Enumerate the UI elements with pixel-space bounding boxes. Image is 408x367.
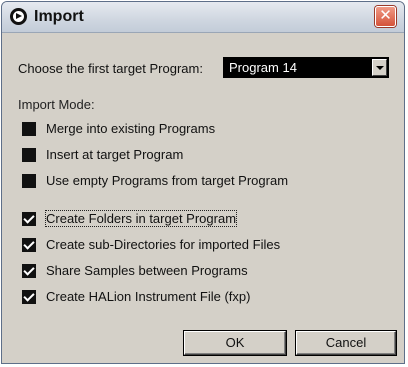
title-bar[interactable]: Import ✕	[2, 2, 404, 33]
create-subdirs-checkbox[interactable]	[22, 238, 36, 252]
create-folders-label: Create Folders in target Program	[44, 210, 238, 227]
ok-button[interactable]: OK	[184, 331, 286, 355]
target-program-select[interactable]: Program 14	[223, 57, 389, 78]
import-dialog: Import ✕ Choose the first target Program…	[1, 1, 405, 364]
mode-empty-label: Use empty Programs from target Program	[46, 173, 289, 188]
mode-merge-label: Merge into existing Programs	[46, 121, 216, 136]
target-program-value: Program 14	[229, 60, 297, 75]
target-program-label: Choose the first target Program:	[18, 61, 203, 76]
record-circle-icon	[10, 8, 27, 25]
close-icon: ✕	[379, 7, 392, 24]
mode-insert-checkbox[interactable]	[22, 148, 36, 162]
share-samples-label: Share Samples between Programs	[46, 263, 248, 278]
create-fxp-checkbox[interactable]	[22, 290, 36, 304]
mode-empty-checkbox[interactable]	[22, 174, 36, 188]
mode-merge-checkbox[interactable]	[22, 122, 36, 136]
share-samples-checkbox[interactable]	[22, 264, 36, 278]
cancel-button[interactable]: Cancel	[296, 331, 396, 355]
import-mode-label: Import Mode:	[18, 97, 95, 112]
chevron-down-icon[interactable]	[372, 59, 387, 76]
create-subdirs-label: Create sub-Directories for imported File…	[46, 237, 281, 252]
mode-insert-label: Insert at target Program	[46, 147, 184, 162]
close-button[interactable]: ✕	[375, 6, 396, 27]
create-folders-checkbox[interactable]	[22, 212, 36, 226]
window-title: Import	[34, 8, 84, 25]
create-fxp-label: Create HALion Instrument File (fxp)	[46, 289, 251, 304]
